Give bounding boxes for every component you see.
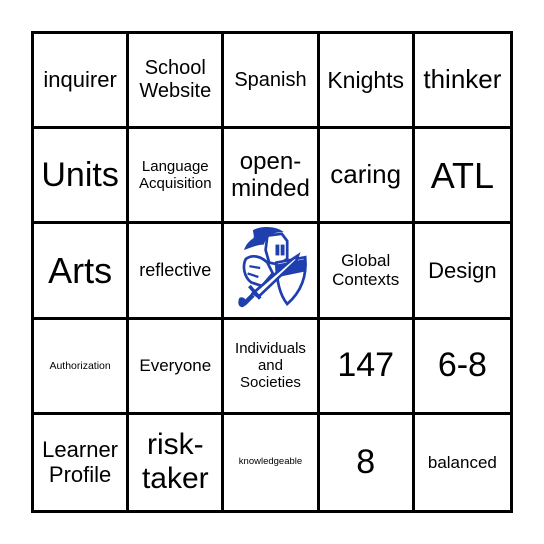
bingo-cell[interactable]: Units <box>34 129 130 225</box>
bingo-cell[interactable]: Spanish <box>224 34 320 130</box>
bingo-cell[interactable]: Individuals and Societies <box>224 319 320 415</box>
bingo-cell[interactable]: Knights <box>319 34 415 130</box>
bingo-cell[interactable]: reflective <box>129 224 225 320</box>
bingo-cell[interactable]: knowledgeable <box>224 414 320 510</box>
bingo-cell[interactable]: caring <box>319 129 415 225</box>
bingo-cell[interactable]: Learner Profile <box>34 414 130 510</box>
bingo-cell[interactable]: ATL <box>414 129 510 225</box>
bingo-card: inquirer School Website Spanish Knights … <box>31 31 513 513</box>
bingo-cell[interactable]: balanced <box>415 415 510 510</box>
bingo-cell[interactable]: 8 <box>320 414 415 510</box>
bingo-cell[interactable]: Global Contexts <box>319 224 415 320</box>
bingo-cell[interactable]: 6-8 <box>414 320 510 415</box>
bingo-cell[interactable]: thinker <box>414 34 510 130</box>
bingo-cell[interactable]: Language Acquisition <box>129 129 225 225</box>
bingo-cell[interactable]: Arts <box>34 224 130 320</box>
bingo-cell[interactable]: Authorization <box>34 319 130 415</box>
bingo-cell[interactable]: inquirer <box>34 34 130 130</box>
free-space-cell[interactable] <box>224 224 320 320</box>
bingo-cell[interactable]: Everyone <box>129 319 225 415</box>
bingo-cell[interactable]: open-minded <box>224 129 320 225</box>
bingo-cell[interactable]: 147 <box>319 319 415 415</box>
knight-mascot-icon <box>226 224 316 316</box>
bingo-cell[interactable]: risk-taker <box>129 414 225 510</box>
bingo-cell[interactable]: School Website <box>129 34 225 130</box>
bingo-cell[interactable]: Design <box>414 224 510 320</box>
